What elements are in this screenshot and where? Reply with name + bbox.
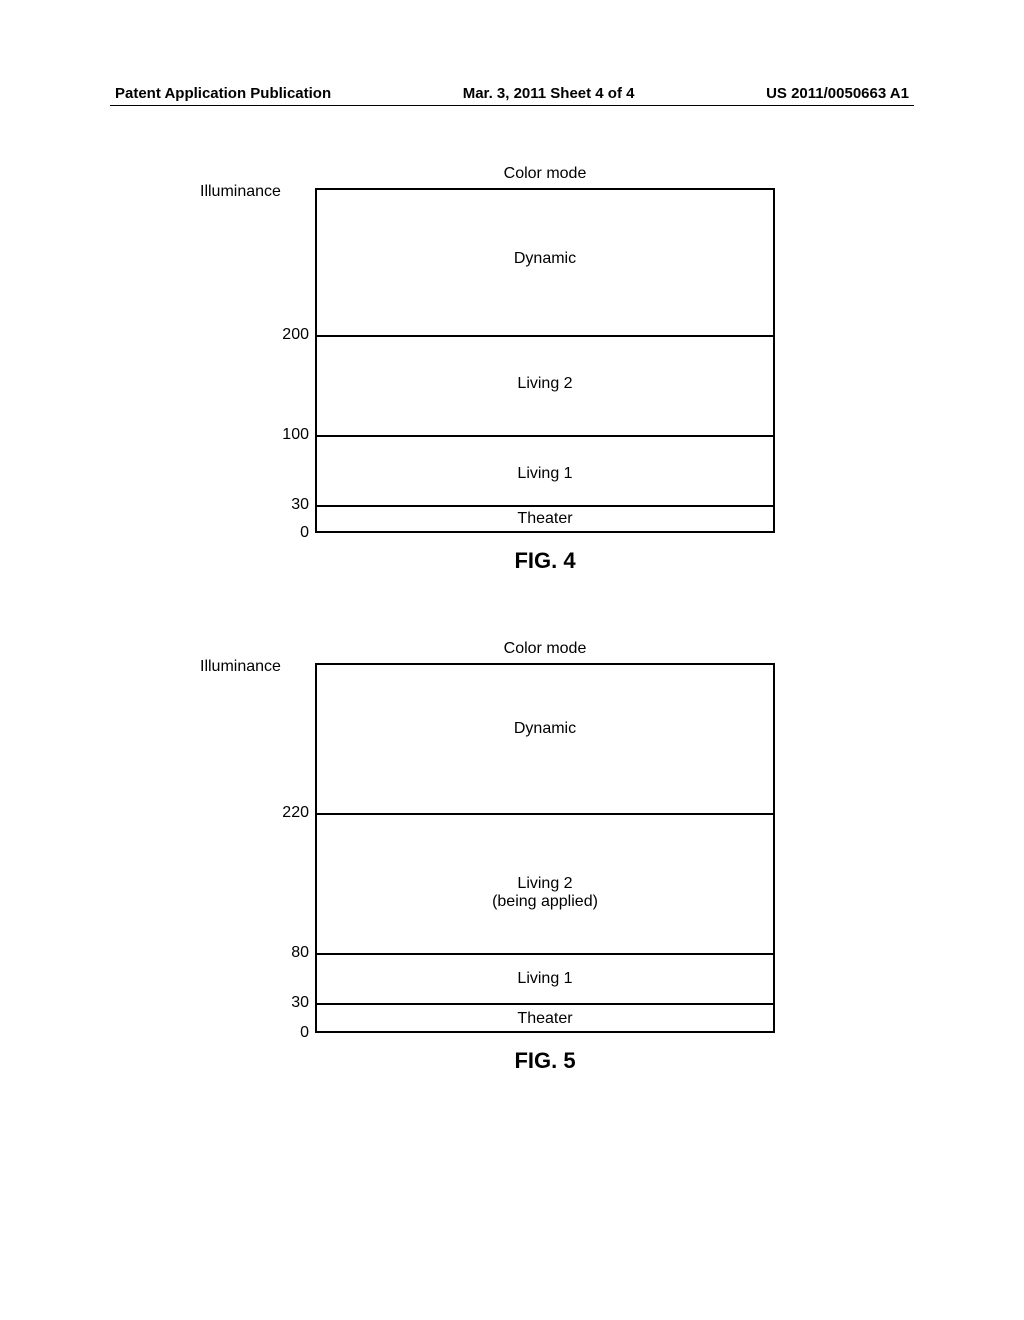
- fig5-label: FIG. 5: [315, 1048, 775, 1074]
- fig5-tick-0: 0: [300, 1024, 309, 1042]
- header-publication: Patent Application Publication: [115, 85, 331, 102]
- fig4-divider-100: [317, 435, 773, 437]
- fig4-tick-100: 100: [282, 426, 309, 444]
- fig5-region-living2-line1: Living 2: [317, 875, 773, 893]
- fig5-tick-220: 220: [282, 804, 309, 822]
- header-date-sheet: Mar. 3, 2011 Sheet 4 of 4: [463, 85, 635, 102]
- fig5-region-living2-line2: (being applied): [317, 893, 773, 911]
- fig4-divider-30: [317, 505, 773, 507]
- fig5-ylabel: Illuminance: [200, 658, 281, 676]
- fig5-divider-80: [317, 953, 773, 955]
- fig5-region-dynamic: Dynamic: [317, 720, 773, 738]
- fig5-tick-30: 30: [291, 994, 309, 1012]
- fig5-title: Color mode: [315, 640, 775, 658]
- fig5-region-theater: Theater: [317, 1010, 773, 1028]
- page-header: Patent Application Publication Mar. 3, 2…: [0, 85, 1024, 102]
- fig5-divider-30: [317, 1003, 773, 1005]
- fig4-tick-30: 30: [291, 496, 309, 514]
- fig4-region-living2: Living 2: [317, 375, 773, 393]
- fig4-tick-0: 0: [300, 524, 309, 542]
- fig4-label: FIG. 4: [315, 548, 775, 574]
- fig5-divider-220: [317, 813, 773, 815]
- header-divider: [110, 105, 914, 106]
- fig4-title: Color mode: [315, 165, 775, 183]
- fig4-region-living1: Living 1: [317, 465, 773, 483]
- fig4-region-theater: Theater: [317, 510, 773, 528]
- fig4-tick-200: 200: [282, 326, 309, 344]
- header-pub-number: US 2011/0050663 A1: [766, 85, 909, 102]
- fig5-region-living1: Living 1: [317, 970, 773, 988]
- fig5-chart-box: Dynamic 220 Living 2 (being applied) 80 …: [315, 663, 775, 1033]
- fig4-region-dynamic: Dynamic: [317, 250, 773, 268]
- fig4-divider-200: [317, 335, 773, 337]
- fig5-tick-80: 80: [291, 944, 309, 962]
- fig4-ylabel: Illuminance: [200, 183, 281, 201]
- figure-4: Color mode Illuminance Dynamic 200 Livin…: [200, 165, 775, 574]
- figure-5: Color mode Illuminance Dynamic 220 Livin…: [200, 640, 775, 1074]
- fig4-chart-box: Dynamic 200 Living 2 100 Living 1 30 The…: [315, 188, 775, 533]
